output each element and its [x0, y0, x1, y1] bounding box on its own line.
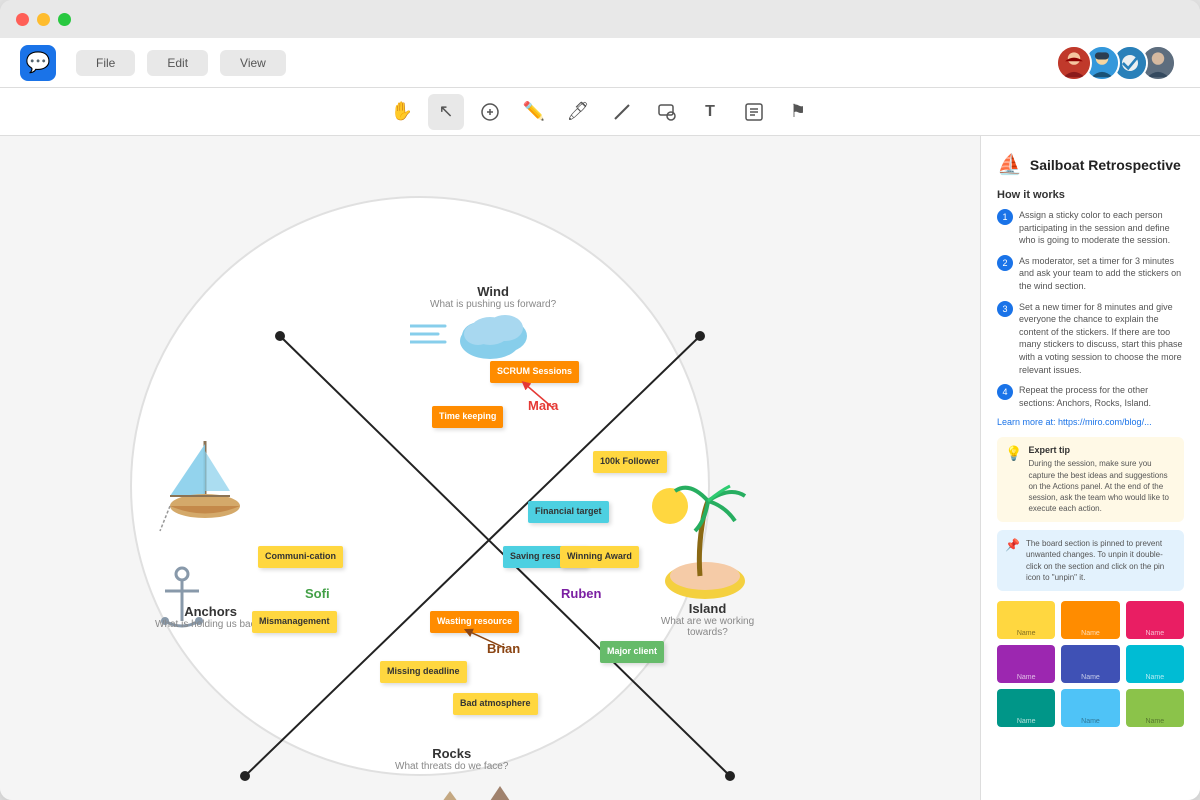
step-1-num: 1 [997, 209, 1013, 225]
step-1: 1 Assign a sticky color to each person p… [997, 209, 1184, 247]
learn-more-link[interactable]: Learn more at: https://miro.com/blog/... [997, 417, 1184, 427]
panel-title: Sailboat Retrospective [1030, 157, 1181, 173]
app-window: 💬 File Edit View [0, 0, 1200, 800]
anchors-title: Anchors [155, 604, 266, 619]
expert-tip-box: 💡 Expert tip During the session, make su… [997, 437, 1184, 522]
hand-tool[interactable]: ✋ [384, 94, 420, 130]
step-2: 2 As moderator, set a timer for 3 minute… [997, 255, 1184, 293]
tip-text: During the session, make sure you captur… [1028, 458, 1176, 514]
swatch-cyan[interactable]: Name [1126, 645, 1184, 683]
sticky-bad-atmo[interactable]: Bad atmosphere [453, 693, 538, 715]
step-3-num: 3 [997, 301, 1013, 317]
island-subtitle: What are we working towards? [640, 616, 775, 638]
close-button[interactable] [16, 13, 29, 26]
sticky-tool[interactable] [736, 94, 772, 130]
island-title: Island [640, 601, 775, 616]
sticky-mismanage[interactable]: Mismanagement [252, 611, 337, 633]
pen-tool[interactable]: ✏️ [516, 94, 552, 130]
sticky-financial[interactable]: Financial target [528, 501, 609, 523]
how-it-works-label: How it works [997, 189, 1184, 201]
sticky-winning[interactable]: Winning Award [560, 546, 639, 568]
shape-tool[interactable] [648, 94, 684, 130]
step-2-text: As moderator, set a timer for 3 minutes … [1019, 255, 1184, 293]
swatch-lightblue[interactable]: Name [1061, 689, 1119, 727]
maximize-button[interactable] [58, 13, 71, 26]
user-label-mara: Mara [528, 398, 558, 413]
eraser-tool[interactable] [472, 94, 508, 130]
sticky-time[interactable]: Time keeping [432, 406, 503, 428]
swatch-green[interactable]: Name [1126, 689, 1184, 727]
sticky-scrum[interactable]: SCRUM Sessions [490, 361, 579, 383]
panel-header: ⛵ Sailboat Retrospective [997, 152, 1184, 177]
tab-edit[interactable]: Edit [147, 50, 208, 76]
swatch-yellow[interactable]: Name [997, 601, 1055, 639]
panel-sailboat-icon: ⛵ [997, 152, 1022, 177]
avatar-1[interactable] [1056, 45, 1092, 81]
app-logo[interactable]: 💬 [20, 45, 56, 81]
info-icon: 📌 [1005, 538, 1020, 583]
sticky-major[interactable]: Major client [600, 641, 664, 663]
connector-tool[interactable]: ⚑ [780, 94, 816, 130]
sailboat-image [155, 426, 255, 541]
line-tool[interactable] [604, 94, 640, 130]
right-panel: ⛵ Sailboat Retrospective How it works 1 … [980, 136, 1200, 800]
island-section: Island What are we working towards? [640, 601, 775, 638]
swatch-orange[interactable]: Name [1061, 601, 1119, 639]
swatch-blue[interactable]: Name [1061, 645, 1119, 683]
main-area: Wind What is pushing us forward? [0, 136, 1200, 800]
swatch-pink[interactable]: Name [1126, 601, 1184, 639]
info-box: 📌 The board section is pinned to prevent… [997, 530, 1184, 591]
select-tool[interactable]: ↖ [428, 94, 464, 130]
user-label-brian: Brian [487, 641, 520, 656]
tip-icon: 💡 [1005, 445, 1022, 514]
swatch-teal[interactable]: Name [997, 689, 1055, 727]
minimize-button[interactable] [37, 13, 50, 26]
wind-title: Wind [430, 284, 556, 299]
sticky-follower[interactable]: 100k Follower [593, 451, 667, 473]
swatch-purple[interactable]: Name [997, 645, 1055, 683]
canvas-area[interactable]: Wind What is pushing us forward? [0, 136, 980, 800]
title-bar [0, 0, 1200, 38]
sticky-wasting[interactable]: Wasting resource [430, 611, 519, 633]
step-1-text: Assign a sticky color to each person par… [1019, 209, 1184, 247]
tool-bar: ✋ ↖ ✏️ 🖊 T ⚑ [0, 88, 1200, 136]
tab-view[interactable]: View [220, 50, 286, 76]
toolbar-right [1064, 45, 1180, 81]
tab-file[interactable]: File [76, 50, 135, 76]
step-4-num: 4 [997, 384, 1013, 400]
rocks-image [400, 776, 520, 800]
traffic-lights [16, 13, 71, 26]
info-text: The board section is pinned to prevent u… [1026, 538, 1176, 583]
rocks-subtitle: What threats do we face? [395, 761, 508, 772]
rocks-section: Rocks What threats do we face? [395, 746, 508, 772]
step-3-text: Set a new timer for 8 minutes and give e… [1019, 301, 1184, 377]
step-4-text: Repeat the process for the other section… [1019, 384, 1184, 409]
step-3: 3 Set a new timer for 8 minutes and give… [997, 301, 1184, 377]
marker-tool[interactable]: 🖊 [560, 94, 596, 130]
tip-title: Expert tip [1028, 445, 1176, 455]
step-4: 4 Repeat the process for the other secti… [997, 384, 1184, 409]
palm-tree-image [650, 476, 750, 611]
step-2-num: 2 [997, 255, 1013, 271]
anchors-section: Anchors What is holding us back? [155, 604, 266, 630]
user-label-ruben: Ruben [561, 586, 601, 601]
color-swatches: Name Name Name Name Name Name Name Name … [997, 601, 1184, 727]
sticky-missing[interactable]: Missing deadline [380, 661, 467, 683]
top-toolbar: 💬 File Edit View [0, 38, 1200, 88]
anchors-subtitle: What is holding us back? [155, 619, 266, 630]
sticky-commun[interactable]: Communi-cation [258, 546, 343, 568]
text-tool[interactable]: T [692, 94, 728, 130]
rocks-title: Rocks [395, 746, 508, 761]
user-label-sofi: Sofi [305, 586, 330, 601]
toolbar-tabs: File Edit View [76, 50, 1044, 76]
